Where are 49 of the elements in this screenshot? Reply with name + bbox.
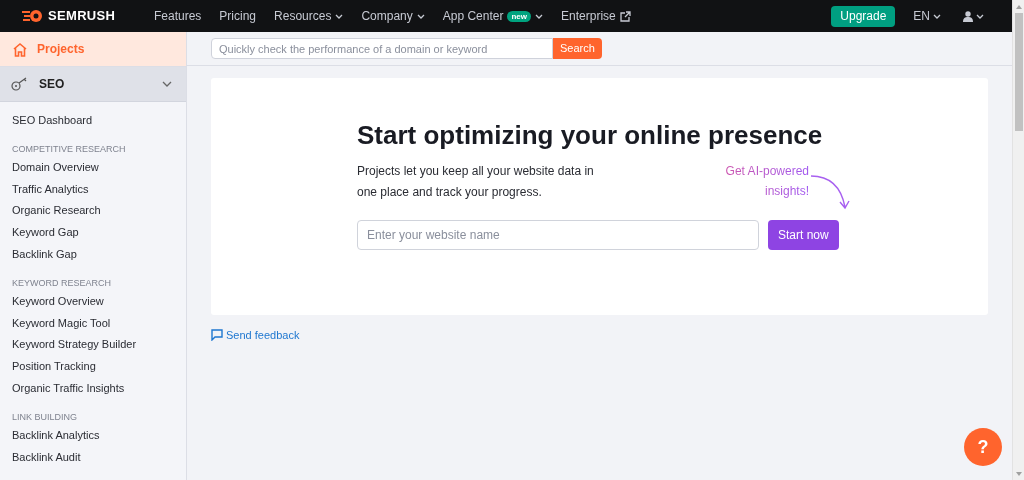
section-heading: COMPETITIVE RESEARCH — [12, 142, 127, 156]
logo-icon — [22, 9, 44, 23]
user-icon — [963, 10, 973, 22]
chat-bubble-icon — [211, 329, 223, 342]
sidebar-item[interactable]: Traffic Analytics — [12, 178, 89, 201]
new-badge: new — [507, 10, 532, 22]
chevron-down-icon — [335, 13, 344, 19]
nav-link[interactable]: Resources — [274, 7, 344, 25]
curved-arrow-icon — [809, 174, 851, 212]
account-button[interactable] — [963, 10, 984, 22]
language-button[interactable]: EN — [913, 7, 941, 25]
section-heading: LINK BUILDING — [12, 410, 79, 424]
sidebar-item[interactable]: Keyword Gap — [12, 222, 79, 244]
send-feedback-link[interactable]: Send feedback — [211, 327, 300, 344]
chevron-down-icon — [416, 13, 425, 19]
sidebar-item[interactable]: Organic Traffic Insights — [12, 377, 125, 400]
sidebar-item[interactable]: Domain Overview — [12, 156, 99, 179]
sidebar-item[interactable]: Keyword Magic Tool — [12, 312, 111, 335]
scrollbar[interactable] — [1012, 0, 1024, 480]
chevron-down-icon — [535, 13, 544, 19]
home-icon — [12, 41, 28, 57]
chevron-down-icon — [976, 13, 984, 19]
external-link-icon — [619, 10, 631, 22]
chevron-down-icon — [933, 13, 941, 19]
nav-link[interactable]: Pricing — [219, 7, 257, 25]
sidebar-item[interactable]: Backlink Analytics — [12, 424, 100, 447]
key-icon — [11, 77, 29, 91]
sidebar-item[interactable]: Backlink Audit — [12, 446, 81, 469]
scroll-down-icon — [1015, 472, 1022, 476]
card-title: Start optimizing your online presence — [357, 119, 824, 152]
scroll-up-icon — [1015, 5, 1022, 9]
sidebar-item[interactable]: Organic Research — [12, 200, 101, 223]
nav-link[interactable]: Company — [361, 7, 425, 25]
sidebar-item[interactable]: SEO Dashboard — [12, 110, 93, 132]
logo-text: SEMRUSH — [48, 7, 116, 26]
nav-link[interactable]: App Center new — [442, 7, 544, 25]
website-name-field[interactable]: Enter your website name — [357, 220, 759, 250]
seo-section-header[interactable]: SEO — [0, 67, 186, 102]
start-now-button[interactable]: Start now — [768, 220, 839, 250]
sidebar-item[interactable]: Backlink Gap — [12, 244, 77, 266]
scrollbar-thumb[interactable] — [1014, 13, 1023, 131]
search-field[interactable]: Quickly check the performance of a domain or keyword — [211, 38, 553, 59]
nav-link[interactable]: Enterprise — [561, 7, 631, 25]
sidebar-item[interactable]: Keyword Strategy Builder — [12, 334, 137, 357]
card-description: Projects let you keep all your website data in one place and track your progress. — [357, 163, 595, 201]
sidebar-item[interactable]: Keyword Overview — [12, 290, 104, 313]
sidebar-item[interactable]: Position Tracking — [12, 356, 96, 378]
nav-link[interactable]: Features — [154, 7, 202, 25]
section-heading: KEYWORD RESEARCH — [12, 276, 112, 290]
